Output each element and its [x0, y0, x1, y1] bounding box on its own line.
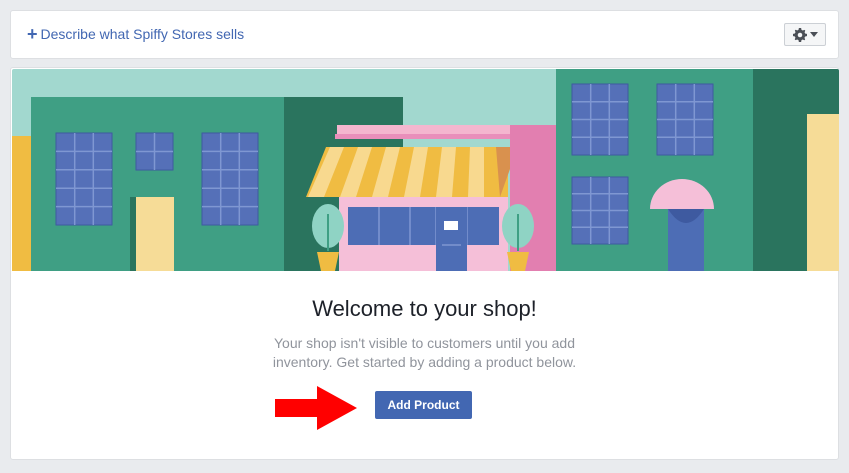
add-product-button[interactable]: Add Product [375, 391, 472, 419]
welcome-title: Welcome to your shop! [312, 296, 537, 321]
top-bar-card: + Describe what Spiffy Stores sells [10, 10, 839, 59]
plus-icon: + [27, 24, 38, 44]
welcome-description: Your shop isn't visible to customers unt… [272, 335, 577, 370]
storefront-illustration [12, 69, 839, 271]
describe-shop-link-label: Describe what Spiffy Stores sells [40, 26, 245, 42]
settings-button[interactable] [784, 23, 826, 46]
shop-welcome-card: Welcome to your shop! Your shop isn't vi… [10, 67, 839, 460]
gear-icon [792, 27, 807, 42]
describe-shop-link[interactable]: + Describe what Spiffy Stores sells [27, 24, 245, 44]
red-arrow-right-icon [275, 386, 357, 430]
caret-down-icon [809, 32, 818, 37]
